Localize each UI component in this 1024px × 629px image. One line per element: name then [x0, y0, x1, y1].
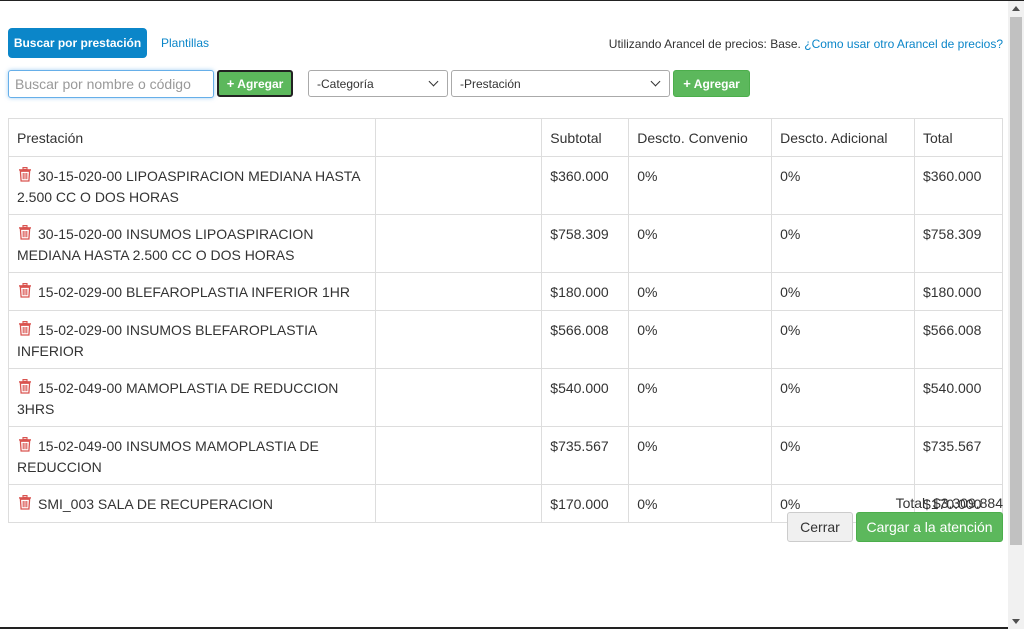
cell-descto-adicional: 0% [771, 426, 915, 485]
tab-templates[interactable]: Plantillas [150, 28, 220, 58]
cell-total: $758.309 [913, 214, 1004, 273]
service-name: 15-02-029-00 INSUMOS BLEFAROPLASTIA INFE… [17, 322, 317, 359]
trash-icon[interactable] [18, 436, 32, 457]
cell-empty [374, 368, 543, 427]
cell-prestacion: 30-15-020-00 LIPOASPIRACION MEDIANA HAST… [8, 156, 376, 215]
cell-descto-adicional: 0% [771, 368, 915, 427]
filter-add-label: Agregar [693, 76, 740, 91]
arancel-prefix: Utilizando Arancel de precios: Base. [608, 37, 801, 51]
trash-icon[interactable] [18, 282, 32, 303]
cell-prestacion: 15-02-029-00 INSUMOS BLEFAROPLASTIA INFE… [8, 310, 376, 369]
filter-add-button[interactable]: + Agregar [673, 70, 750, 97]
search-input[interactable] [8, 70, 214, 98]
scroll-down-arrow-icon[interactable] [1008, 613, 1024, 629]
header-prestacion: Prestación [8, 118, 376, 157]
service-name: 30-15-020-00 INSUMOS LIPOASPIRACION MEDI… [17, 226, 314, 263]
cell-descto-convenio: 0% [628, 368, 773, 427]
cell-descto-adicional: 0% [771, 310, 915, 369]
header-subtotal: Subtotal [541, 118, 630, 157]
cell-empty [374, 156, 543, 215]
cell-descto-convenio: 0% [628, 426, 773, 485]
arancel-info: Utilizando Arancel de precios: Base. ¿Co… [609, 37, 1003, 51]
service-name: 15-02-049-00 INSUMOS MAMOPLASTIA DE REDU… [17, 438, 319, 475]
close-button[interactable]: Cerrar [787, 512, 853, 542]
category-select[interactable]: -Categoría [308, 70, 448, 97]
cell-prestacion: 15-02-049-00 INSUMOS MAMOPLASTIA DE REDU… [8, 426, 376, 485]
cell-prestacion: 15-02-049-00 MAMOPLASTIA DE REDUCCION 3H… [8, 368, 376, 427]
cell-total: $180.000 [913, 272, 1004, 311]
cell-descto-adicional: 0% [771, 156, 915, 215]
service-name: 30-15-020-00 LIPOASPIRACION MEDIANA HAST… [17, 168, 360, 205]
arancel-help-link[interactable]: ¿Como usar otro Arancel de precios? [804, 37, 1003, 51]
cell-empty [374, 214, 543, 273]
service-select-value: -Prestación [460, 76, 521, 91]
service-name: SMI_003 SALA DE RECUPERACION [38, 496, 273, 512]
cell-descto-convenio: 0% [628, 272, 773, 311]
plus-icon: + [683, 76, 691, 91]
category-select-value: -Categoría [317, 76, 374, 91]
chevron-down-icon [428, 76, 439, 87]
cell-prestacion: 30-15-020-00 INSUMOS LIPOASPIRACION MEDI… [8, 214, 376, 273]
cell-subtotal: $360.000 [541, 156, 630, 215]
trash-icon[interactable] [18, 166, 32, 187]
scroll-up-arrow-icon[interactable] [1008, 1, 1024, 17]
vertical-scrollbar[interactable] [1008, 1, 1024, 629]
service-name: 15-02-049-00 MAMOPLASTIA DE REDUCCION 3H… [17, 380, 339, 417]
scroll-thumb[interactable] [1010, 17, 1022, 545]
header-empty [374, 118, 543, 157]
trash-icon[interactable] [18, 494, 32, 515]
header-total: Total [913, 118, 1004, 157]
table-row: 30-15-020-00 LIPOASPIRACION MEDIANA HAST… [8, 156, 1004, 215]
cell-subtotal: $170.000 [541, 484, 630, 523]
table-row: 15-02-049-00 MAMOPLASTIA DE REDUCCION 3H… [8, 368, 1004, 427]
trash-icon[interactable] [18, 224, 32, 245]
window-top-border [0, 0, 1024, 1]
cell-descto-convenio: 0% [628, 214, 773, 273]
cell-subtotal: $566.008 [541, 310, 630, 369]
cell-subtotal: $540.000 [541, 368, 630, 427]
cell-subtotal: $758.309 [541, 214, 630, 273]
trash-icon[interactable] [18, 320, 32, 341]
tab-search-by-service[interactable]: Buscar por prestación [8, 28, 147, 58]
table-header-row: Prestación Subtotal Descto. Convenio Des… [8, 118, 1004, 157]
table-row: 15-02-029-00 INSUMOS BLEFAROPLASTIA INFE… [8, 310, 1004, 369]
cell-empty [374, 272, 543, 311]
cell-descto-adicional: 0% [771, 214, 915, 273]
cell-total: $360.000 [913, 156, 1004, 215]
grand-total: Total: $3.309.884 [895, 495, 1003, 511]
cell-subtotal: $180.000 [541, 272, 630, 311]
search-add-button[interactable]: + Agregar [217, 70, 293, 97]
cell-empty [374, 310, 543, 369]
cell-total: $735.567 [913, 426, 1004, 485]
cell-descto-adicional: 0% [771, 272, 915, 311]
service-select[interactable]: -Prestación [451, 70, 670, 97]
plus-icon: + [226, 76, 235, 91]
cell-descto-convenio: 0% [628, 156, 773, 215]
submit-to-attention-button[interactable]: Cargar a la atención [856, 512, 1003, 542]
cell-descto-convenio: 0% [628, 310, 773, 369]
search-add-label: Agregar [237, 76, 284, 91]
cell-total: $540.000 [913, 368, 1004, 427]
cell-prestacion: SMI_003 SALA DE RECUPERACION [8, 484, 376, 523]
trash-icon[interactable] [18, 378, 32, 399]
table-row: SMI_003 SALA DE RECUPERACION $170.000 0% 0%… [8, 484, 1004, 523]
cell-empty [374, 426, 543, 485]
cell-empty [374, 484, 543, 523]
cell-descto-convenio: 0% [628, 484, 773, 523]
chevron-down-icon [650, 76, 661, 87]
service-name: 15-02-029-00 BLEFAROPLASTIA INFERIOR 1HR [38, 284, 351, 300]
cell-prestacion: 15-02-029-00 BLEFAROPLASTIA INFERIOR 1HR [8, 272, 376, 311]
table-row: 30-15-020-00 INSUMOS LIPOASPIRACION MEDI… [8, 214, 1004, 273]
table-row: 15-02-029-00 BLEFAROPLASTIA INFERIOR 1HR… [8, 272, 1004, 311]
header-descto-adicional: Descto. Adicional [771, 118, 915, 157]
header-descto-convenio: Descto. Convenio [628, 118, 773, 157]
services-table: Prestación Subtotal Descto. Convenio Des… [8, 118, 1004, 523]
cell-subtotal: $735.567 [541, 426, 630, 485]
table-row: 15-02-049-00 INSUMOS MAMOPLASTIA DE REDU… [8, 426, 1004, 485]
cell-total: $566.008 [913, 310, 1004, 369]
